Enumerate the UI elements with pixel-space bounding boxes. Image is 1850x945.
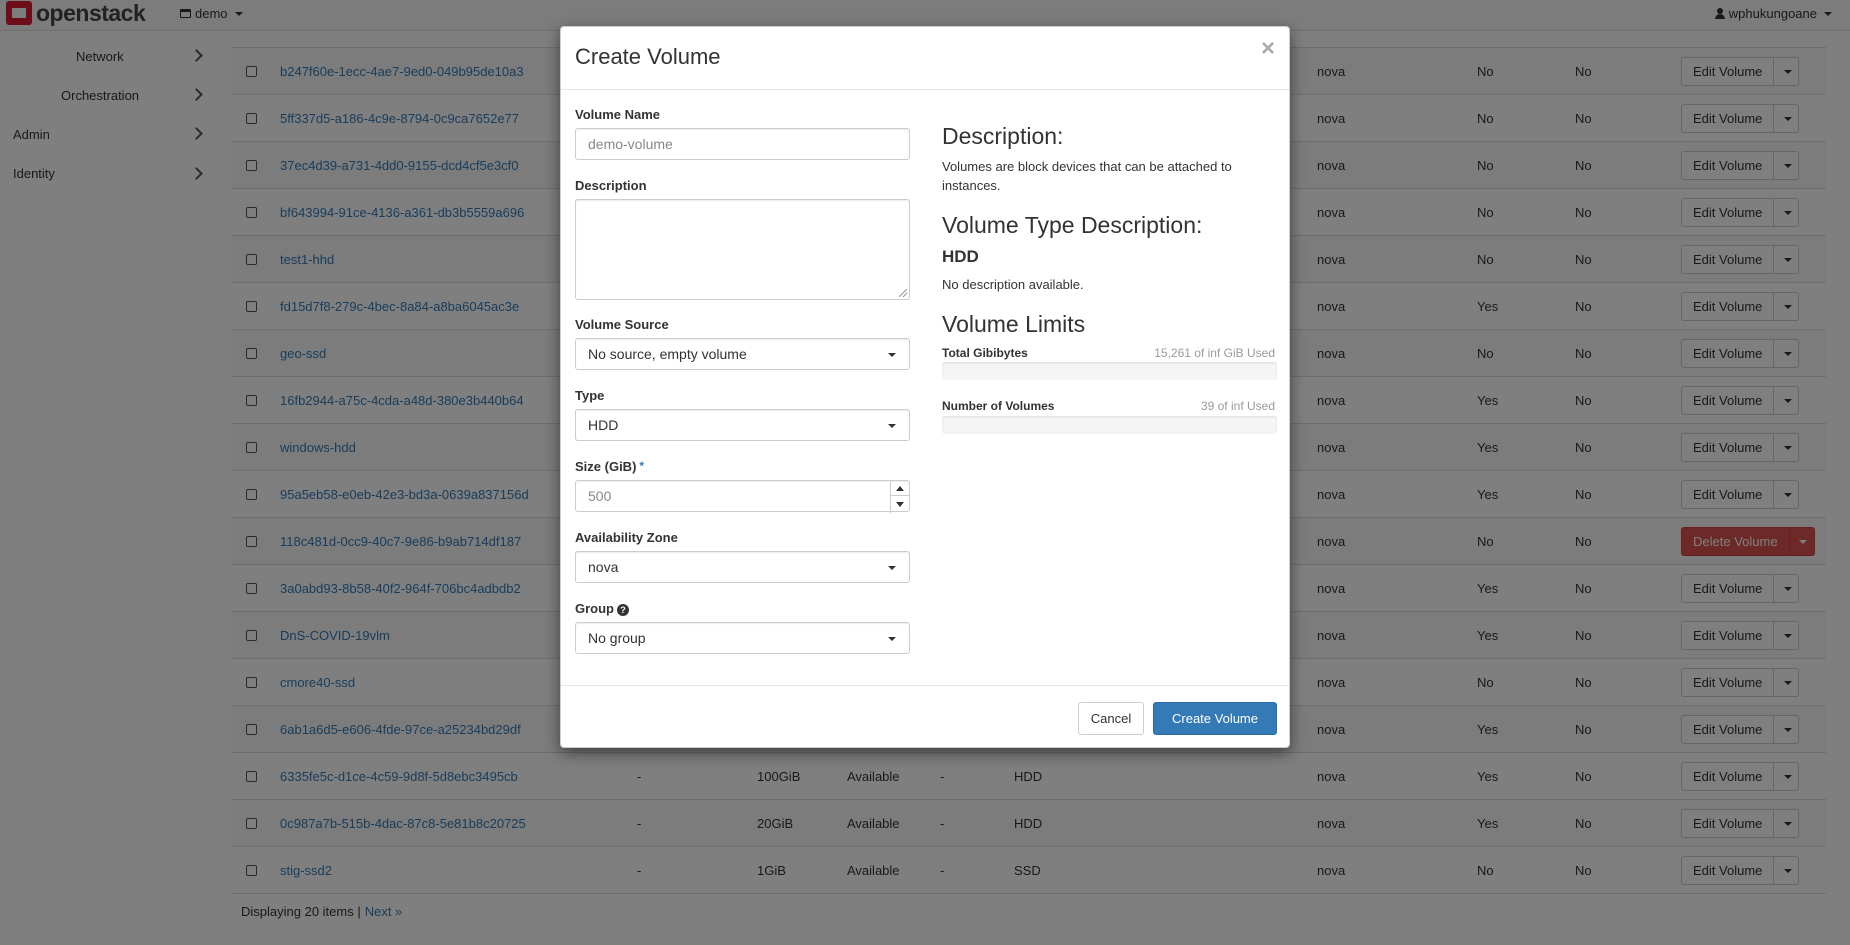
description-label: Description [575,178,647,193]
size-input[interactable]: 500 [575,480,910,513]
question-circle-icon[interactable]: ? [617,603,629,616]
number-of-volumes-label: Number of Volumes [942,399,1055,413]
total-gibibytes-value: 15,261 of inf GiB Used [1154,346,1275,360]
volume-type-description-text: No description available. [942,277,1084,292]
availability-zone-label: Availability Zone [575,530,678,545]
type-label: Type [575,388,605,403]
increment-button[interactable] [891,481,909,496]
volume-limits-heading: Volume Limits [942,311,1086,337]
arrow-up-icon [896,485,904,491]
modal-title: Create Volume [575,44,721,69]
number-of-volumes-progress [942,416,1277,434]
total-gibibytes-label: Total Gibibytes [942,346,1028,360]
volume-name-label: Volume Name [575,107,661,122]
modal-header: Create Volume × [561,27,1289,90]
size-label: Size (GiB) * [575,459,644,474]
total-gibibytes-progress [942,362,1277,380]
chevron-down-icon [888,353,896,357]
volume-name-placeholder: demo-volume [588,136,673,152]
arrow-down-icon [896,502,904,507]
modal-footer: Cancel Create Volume [561,685,1289,749]
availability-zone-select[interactable]: nova [575,551,910,583]
description-textarea[interactable] [575,199,910,300]
volume-source-select[interactable]: No source, empty volume [575,338,910,370]
create-volume-modal: Create Volume × Volume Name demo-volume … [560,26,1290,748]
group-select[interactable]: No group [575,622,910,654]
decrement-button[interactable] [891,497,909,512]
volume-source-label: Volume Source [575,317,669,332]
size-stepper [890,481,909,513]
size-label-text: Size (GiB) [575,459,637,474]
group-label: Group? [575,601,629,616]
chevron-down-icon [888,424,896,428]
type-value: HDD [588,417,619,433]
availability-zone-value: nova [588,559,619,575]
cancel-button[interactable]: Cancel [1078,702,1144,735]
close-icon[interactable]: × [1261,37,1275,61]
number-of-volumes-value: 39 of inf Used [1200,399,1275,413]
required-marker: * [639,459,645,473]
chevron-down-icon [888,566,896,570]
group-value: No group [588,630,646,646]
volume-name-input[interactable]: demo-volume [575,128,910,160]
volume-type-name: HDD [942,247,979,266]
description-text: Volumes are block devices that can be at… [942,159,1232,193]
group-label-text: Group [575,601,614,616]
create-volume-button[interactable]: Create Volume [1153,702,1277,735]
resize-grip-icon[interactable] [899,289,907,297]
description-heading: Description: [942,123,1064,149]
size-value: 500 [588,488,612,504]
chevron-down-icon [888,637,896,641]
type-select[interactable]: HDD [575,409,910,441]
volume-source-value: No source, empty volume [588,346,747,362]
volume-type-description-heading: Volume Type Description: [942,212,1203,238]
